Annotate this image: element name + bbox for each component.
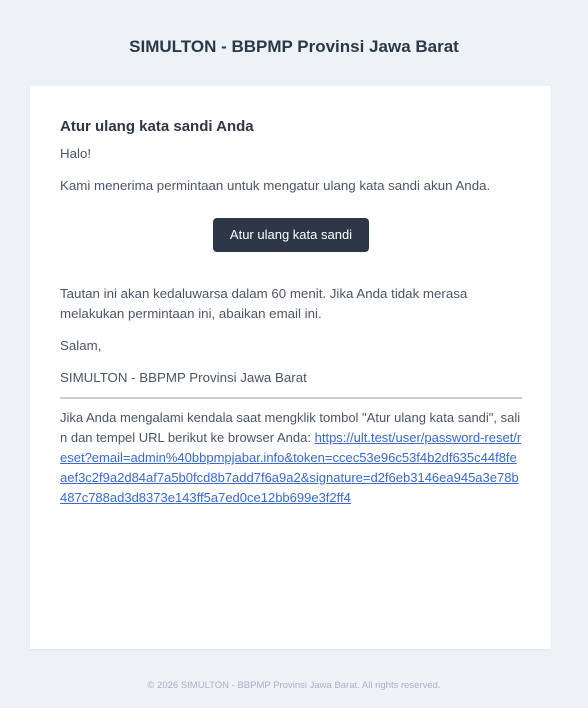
greeting-text: Halo! <box>60 146 92 161</box>
email-wrapper: SIMULTON - BBPMP Provinsi Jawa Barat Atu… <box>0 0 588 708</box>
email-heading: Atur ulang kata sandi Anda <box>60 118 254 135</box>
email-footer: © 2026 SIMULTON - BBPMP Provinsi Jawa Ba… <box>147 680 441 691</box>
action-row: Atur ulang kata sandi <box>60 218 522 252</box>
intro-text: Kami menerima permintaan untuk mengatur … <box>60 178 491 193</box>
subcopy-divider <box>60 397 522 399</box>
subcopy-text: Jika Anda mengalami kendala saat mengkli… <box>60 408 522 508</box>
email-body-card: Atur ulang kata sandi Anda Halo! Kami me… <box>30 86 551 649</box>
salutation-text: Salam, <box>60 338 102 353</box>
email-header: SIMULTON - BBPMP Provinsi Jawa Barat <box>0 22 588 72</box>
header-app-link[interactable]: SIMULTON - BBPMP Provinsi Jawa Barat <box>129 37 459 57</box>
reset-password-button[interactable]: Atur ulang kata sandi <box>212 218 370 252</box>
signature-text: SIMULTON - BBPMP Provinsi Jawa Barat <box>60 370 307 385</box>
expire-notice-text: Tautan ini akan kedaluwarsa dalam 60 men… <box>60 286 468 321</box>
